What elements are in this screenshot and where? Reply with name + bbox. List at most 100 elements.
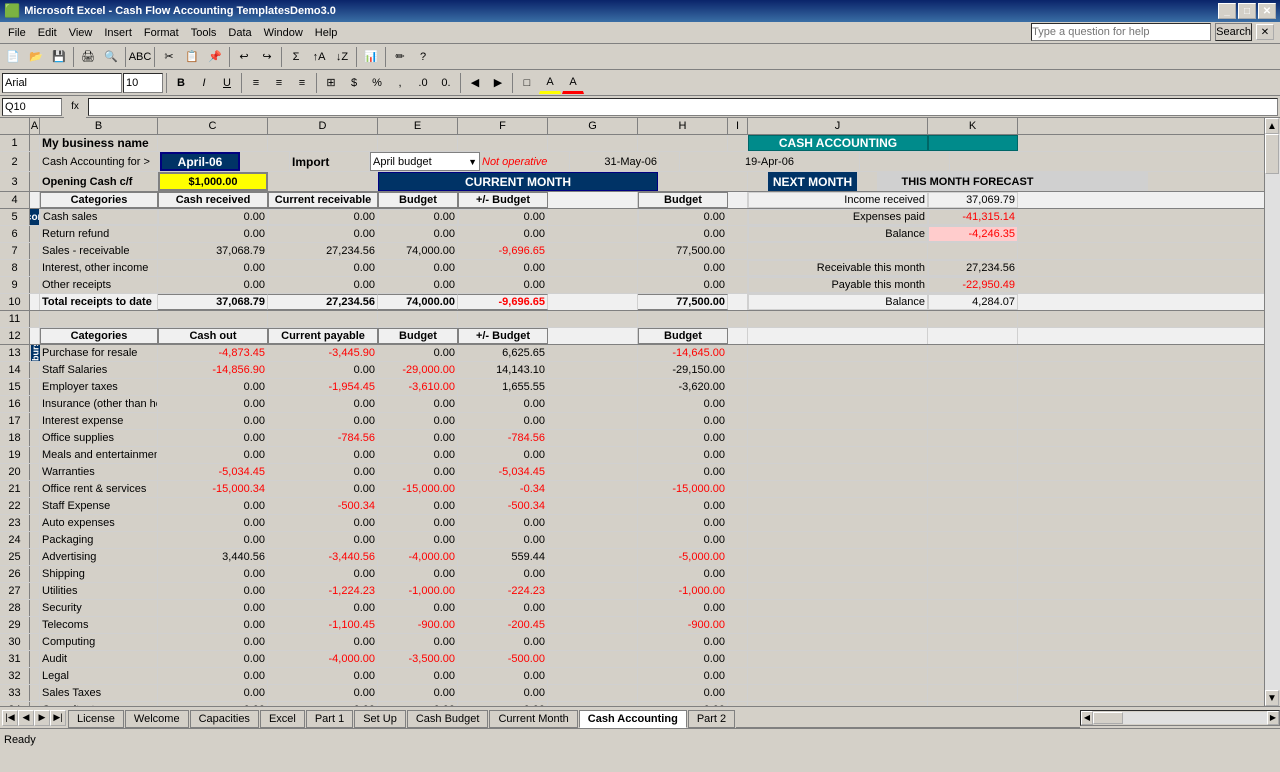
col-J[interactable]: J (748, 118, 928, 134)
cell-d-32[interactable]: 0.00 (268, 668, 378, 684)
cell-e-23[interactable]: 0.00 (378, 515, 458, 531)
cell-c-23[interactable]: 0.00 (158, 515, 268, 531)
cell-b-31[interactable]: Audit (40, 651, 158, 667)
cell-f-18[interactable]: -784.56 (458, 430, 548, 446)
cell-c-33[interactable]: 0.00 (158, 685, 268, 701)
cell-d-17[interactable]: 0.00 (268, 413, 378, 429)
scroll-left-button[interactable]: ◀ (1081, 711, 1093, 725)
help-search-button[interactable]: Search (1215, 23, 1252, 41)
cell-b13[interactable]: Purchase for resale (40, 345, 158, 361)
cell-b-33[interactable]: Sales Taxes (40, 685, 158, 701)
formula-input[interactable] (88, 98, 1278, 116)
cell-c-17[interactable]: 0.00 (158, 413, 268, 429)
new-button[interactable]: 📄 (2, 46, 24, 68)
cell-f-25[interactable]: 559.44 (458, 549, 548, 565)
cell-e-27[interactable]: -1,000.00 (378, 583, 458, 599)
col-I[interactable]: I (728, 118, 748, 134)
cell-e-30[interactable]: 0.00 (378, 634, 458, 650)
cell-f-28[interactable]: 0.00 (458, 600, 548, 616)
cell-e-24[interactable]: 0.00 (378, 532, 458, 548)
cell-c-28[interactable]: 0.00 (158, 600, 268, 616)
cell-c10[interactable]: 37,068.79 (158, 294, 268, 310)
menu-window[interactable]: Window (258, 23, 309, 43)
cell-h-28[interactable]: 0.00 (638, 600, 728, 616)
cell-h-21[interactable]: -15,000.00 (638, 481, 728, 497)
cell-d11[interactable] (268, 311, 378, 327)
cell-e-26[interactable]: 0.00 (378, 566, 458, 582)
cell-d1[interactable] (268, 135, 378, 151)
cell-d-27[interactable]: -1,224.23 (268, 583, 378, 599)
underline-button[interactable]: U (216, 72, 238, 94)
cell-e-19[interactable]: 0.00 (378, 447, 458, 463)
cell-f10[interactable]: -9,696.65 (458, 294, 548, 310)
function-button[interactable]: fx (64, 96, 86, 118)
sheet-tab-welcome[interactable]: Welcome (125, 710, 189, 728)
cell-b-32[interactable]: Legal (40, 668, 158, 684)
cell-d7[interactable]: 27,234.56 (268, 243, 378, 259)
border-button[interactable]: □ (516, 72, 538, 94)
cell-b-24[interactable]: Packaging (40, 532, 158, 548)
cell-f1[interactable] (458, 135, 548, 151)
cell-h5[interactable]: 0.00 (638, 209, 728, 225)
tab-first-button[interactable]: |◀ (2, 710, 18, 726)
cell-f-21[interactable]: -0.34 (458, 481, 548, 497)
cell-h-15[interactable]: -3,620.00 (638, 379, 728, 395)
cell-d-21[interactable]: 0.00 (268, 481, 378, 497)
sheet-tab-license[interactable]: License (68, 710, 124, 728)
cell-f-27[interactable]: -224.23 (458, 583, 548, 599)
cell-c-19[interactable]: 0.00 (158, 447, 268, 463)
cell-h-18[interactable]: 0.00 (638, 430, 728, 446)
help-button[interactable]: ? (412, 46, 434, 68)
paste-button[interactable]: 📌 (204, 46, 226, 68)
cell-e-17[interactable]: 0.00 (378, 413, 458, 429)
cell-e-32[interactable]: 0.00 (378, 668, 458, 684)
cell-h1[interactable] (638, 135, 728, 151)
cell-d-29[interactable]: -1,100.45 (268, 617, 378, 633)
print-button[interactable]: 🖨 (77, 46, 99, 68)
percent-button[interactable]: % (366, 72, 388, 94)
cell-e9[interactable]: 0.00 (378, 277, 458, 293)
cell-reference-box[interactable] (2, 98, 62, 116)
cell-a1[interactable] (30, 135, 40, 151)
cell-c-25[interactable]: 3,440.56 (158, 549, 268, 565)
cell-f-32[interactable]: 0.00 (458, 668, 548, 684)
cell-f9[interactable]: 0.00 (458, 277, 548, 293)
cell-e-31[interactable]: -3,500.00 (378, 651, 458, 667)
cell-opening-cash-value[interactable]: $1,000.00 (158, 172, 268, 191)
cell-d5[interactable]: 0.00 (268, 209, 378, 225)
h-scroll-thumb[interactable] (1093, 712, 1123, 724)
cell-b9[interactable]: Other receipts (40, 277, 158, 293)
cell-c-21[interactable]: -15,000.34 (158, 481, 268, 497)
cell-h-29[interactable]: -900.00 (638, 617, 728, 633)
cell-f7[interactable]: -9,696.65 (458, 243, 548, 259)
cell-e10[interactable]: 74,000.00 (378, 294, 458, 310)
col-K[interactable]: K (928, 118, 1018, 134)
cell-f13[interactable]: 6,625.65 (458, 345, 548, 361)
chart-button[interactable]: 📊 (360, 46, 382, 68)
cell-h-22[interactable]: 0.00 (638, 498, 728, 514)
sheet-tab-cash-budget[interactable]: Cash Budget (407, 710, 489, 728)
sort-desc-button[interactable]: ↓Z (331, 46, 353, 68)
cell-e6[interactable]: 0.00 (378, 226, 458, 242)
cell-b10[interactable]: Total receipts to date (40, 294, 158, 310)
cell-b8[interactable]: Interest, other income (40, 260, 158, 276)
cell-e-28[interactable]: 0.00 (378, 600, 458, 616)
cell-d-31[interactable]: -4,000.00 (268, 651, 378, 667)
align-right-button[interactable]: ≡ (291, 72, 313, 94)
cell-f-15[interactable]: 1,655.55 (458, 379, 548, 395)
horizontal-scrollbar[interactable]: ◀ ▶ (1080, 710, 1280, 726)
col-A[interactable]: A (30, 118, 40, 134)
menu-format[interactable]: Format (138, 23, 185, 43)
col-G[interactable]: G (548, 118, 638, 134)
cell-f6[interactable]: 0.00 (458, 226, 548, 242)
cell-f-17[interactable]: 0.00 (458, 413, 548, 429)
cell-d6[interactable]: 0.00 (268, 226, 378, 242)
cell-c6[interactable]: 0.00 (158, 226, 268, 242)
cell-d-24[interactable]: 0.00 (268, 532, 378, 548)
cell-h-19[interactable]: 0.00 (638, 447, 728, 463)
comma-button[interactable]: , (389, 72, 411, 94)
cell-c7[interactable]: 37,068.79 (158, 243, 268, 259)
cell-f-29[interactable]: -200.45 (458, 617, 548, 633)
cell-b-15[interactable]: Employer taxes (40, 379, 158, 395)
cell-c-29[interactable]: 0.00 (158, 617, 268, 633)
